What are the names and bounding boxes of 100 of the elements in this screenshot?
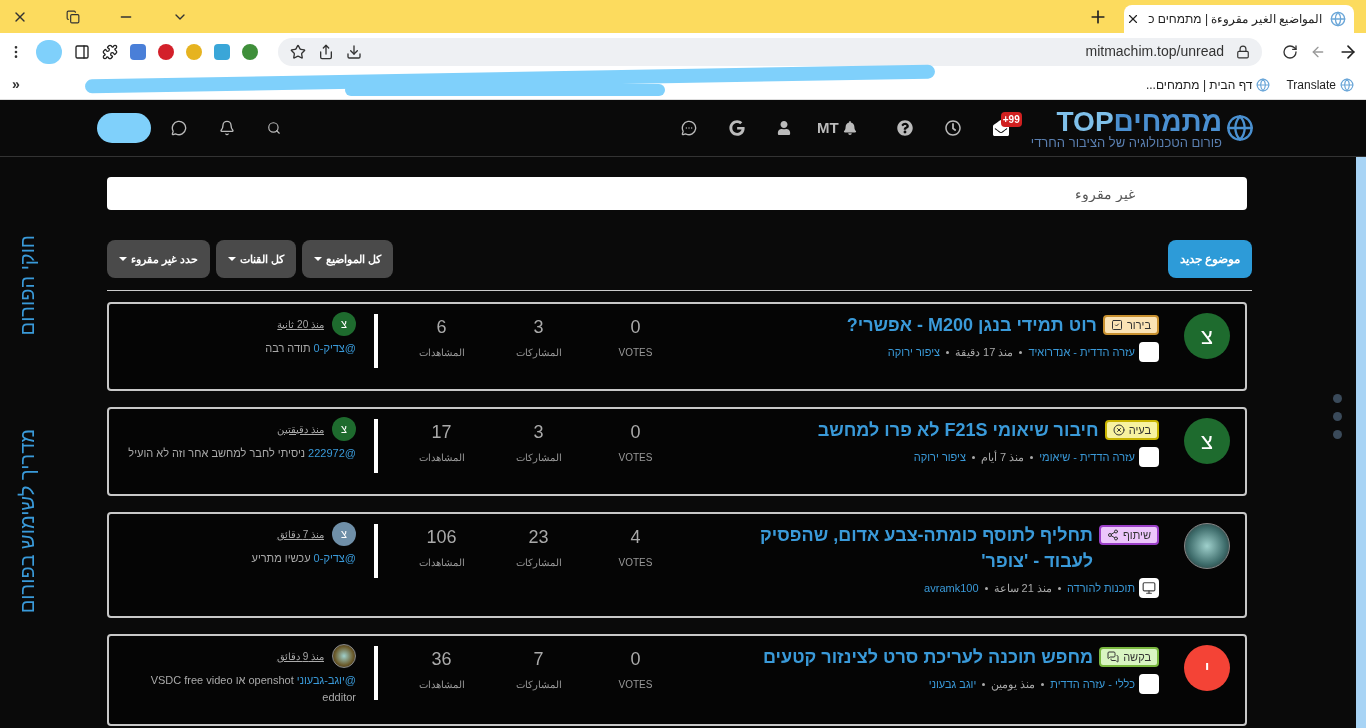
stat-label: VOTES (618, 556, 653, 570)
redaction-mark (97, 113, 151, 143)
cross-circle-icon (1112, 424, 1125, 436)
stat-value: 0 (630, 316, 641, 339)
stat-label: VOTES (618, 678, 653, 692)
category-link[interactable]: תוכנות להורדה (1066, 579, 1135, 597)
stat-value: 106 (426, 526, 457, 549)
filter-dropdown[interactable]: حدد غير مقروء (107, 240, 211, 278)
user-mention[interactable]: @צדיק-0 (313, 342, 356, 354)
stat-value: 7 (533, 648, 544, 671)
bookmark-icon (1256, 77, 1271, 92)
bookmark-star-icon[interactable] (290, 43, 306, 60)
stat-label: المشاهدات (418, 451, 465, 465)
google-icon[interactable] (729, 120, 746, 136)
avatar: צ (1184, 418, 1230, 464)
stat-label: VOTES (618, 346, 653, 360)
tab-title: المواضيع الغير مقروءة | מתמחים כ (1148, 11, 1322, 28)
author-link[interactable]: ציפור ירוקה (887, 343, 941, 361)
filter-dropdown[interactable]: كل القنات (216, 240, 297, 278)
help-icon[interactable] (896, 120, 913, 136)
stat-value: 0 (630, 648, 641, 671)
bookmark[interactable]: דף הבית | מתמחים... (1145, 75, 1271, 94)
stat-label: VOTES (618, 451, 653, 465)
stat-label: المشاهدات (418, 678, 465, 692)
stat-label: المشاركات (515, 678, 562, 692)
topic-tag[interactable]: בירור (1102, 315, 1159, 335)
topic-title[interactable]: תחליף לתוסף כומתה-צבע אדום, שהפסיק לעבוד - 'צופר' (718, 522, 1093, 574)
avatar: צ (332, 522, 356, 546)
teaser-time[interactable]: منذ 9 دقائق (276, 648, 324, 664)
extension-icon[interactable] (130, 43, 146, 60)
stat-value: 4 (630, 526, 641, 549)
extension-icon[interactable] (158, 43, 174, 60)
extension-icon[interactable] (242, 43, 258, 60)
checkbox-icon (1110, 319, 1123, 331)
teaser-text: @צדיק-0 עכשיו מתריע (250, 551, 356, 566)
teaser-time[interactable]: منذ 7 دقائق (276, 526, 324, 542)
user-menu[interactable]: MT (817, 116, 857, 140)
sidebar-link[interactable]: חוקי הפורום (12, 235, 42, 336)
extension-icon[interactable] (214, 43, 230, 60)
avatar: צ (1184, 313, 1230, 359)
chat-bubbles-icon (1107, 651, 1120, 663)
author-link[interactable]: ציפור ירוקה (913, 448, 966, 466)
category-link[interactable]: עזרה הדדית - אנדרואיד (1028, 343, 1135, 361)
sidebar-link[interactable]: מדריך לשימוש בפורום (12, 429, 42, 614)
reload-icon[interactable] (1282, 43, 1298, 60)
user-icon[interactable] (777, 121, 792, 135)
topic-time: منذ 17 دقيقة (955, 344, 1014, 360)
stat-label: المشاركات (515, 451, 562, 465)
user-mention[interactable]: @צדיק-0 (313, 552, 356, 564)
category-icon (1139, 674, 1159, 694)
stat-label: المشاركات (515, 556, 562, 570)
extensions-icon[interactable] (102, 43, 118, 60)
bookmark[interactable]: Translate (1286, 75, 1354, 94)
site-tagline: פורום הטכנולוגיה של הציבור החרדי (1030, 135, 1222, 149)
stat-label: المشاهدات (418, 556, 465, 570)
avatar: י (1184, 645, 1230, 691)
share-icon[interactable] (318, 43, 334, 60)
topic-tag[interactable]: שיתוף (1099, 525, 1159, 545)
search-icon[interactable] (267, 121, 281, 135)
category-icon (1139, 578, 1159, 598)
stat-value: 6 (436, 316, 447, 339)
topic-title[interactable]: רוט תמידי בנגן M200 - אפשרי? (846, 312, 1097, 338)
scrollbar[interactable] (1356, 157, 1366, 728)
category-link[interactable]: עזרה הדדית - שיאומי (1039, 448, 1135, 466)
site-icon (1330, 11, 1346, 27)
search-field[interactable]: غير مقروء (107, 177, 1247, 210)
chat-icon[interactable] (681, 120, 698, 136)
author-link[interactable]: avramk100 (924, 579, 979, 597)
address-bar[interactable]: mitmachim.top/unread (278, 37, 1262, 66)
user-mention[interactable]: @222972 (308, 447, 356, 459)
teaser-time[interactable]: منذ 20 ثانية (277, 316, 324, 332)
topic-title[interactable]: חיבור שיאומי F21S לא פרו למחשב (817, 417, 1099, 443)
topic-time: منذ يومين (991, 676, 1036, 693)
teaser-time[interactable]: منذ دقيقتين (277, 421, 324, 437)
filter-dropdown[interactable]: كل المواضيع (302, 240, 394, 278)
topic-title[interactable]: מחפש תוכנה לעריכת סרט לצינזור קטעים (762, 644, 1094, 670)
topic-time: منذ 21 ساعة (993, 580, 1052, 596)
chat-icon[interactable] (171, 120, 187, 136)
bookmarks-overflow[interactable]: » (12, 74, 20, 95)
restore-icon[interactable] (66, 9, 80, 24)
bell-icon[interactable] (219, 120, 235, 136)
stat-value: 0 (630, 421, 641, 444)
caret-icon (314, 257, 323, 261)
bookmark-icon (1340, 77, 1354, 92)
install-icon[interactable] (346, 43, 362, 60)
category-link[interactable]: כללי - עזרה הדדית (1050, 675, 1135, 693)
browser-tab[interactable]: المواضيع الغير مقروءة | מתמחים כ (1124, 5, 1354, 33)
author-link[interactable]: יוגב גבעוני (928, 675, 977, 693)
stat-value: 17 (431, 421, 452, 444)
topic-tag[interactable]: בקשה (1099, 647, 1159, 667)
user-mention[interactable]: @יוגב-גבעוני (296, 674, 356, 686)
topic-time: منذ 7 أيام (980, 449, 1025, 466)
topic-tag[interactable]: בעיה (1104, 420, 1159, 440)
caret-icon (228, 257, 237, 261)
side-panel-icon[interactable] (74, 43, 90, 60)
share-icon (1107, 529, 1119, 541)
bell-icon (842, 121, 857, 135)
clock-icon[interactable] (944, 120, 961, 136)
stat-value: 23 (528, 526, 549, 549)
url-text: mitmachim.top/unread (1085, 42, 1224, 61)
